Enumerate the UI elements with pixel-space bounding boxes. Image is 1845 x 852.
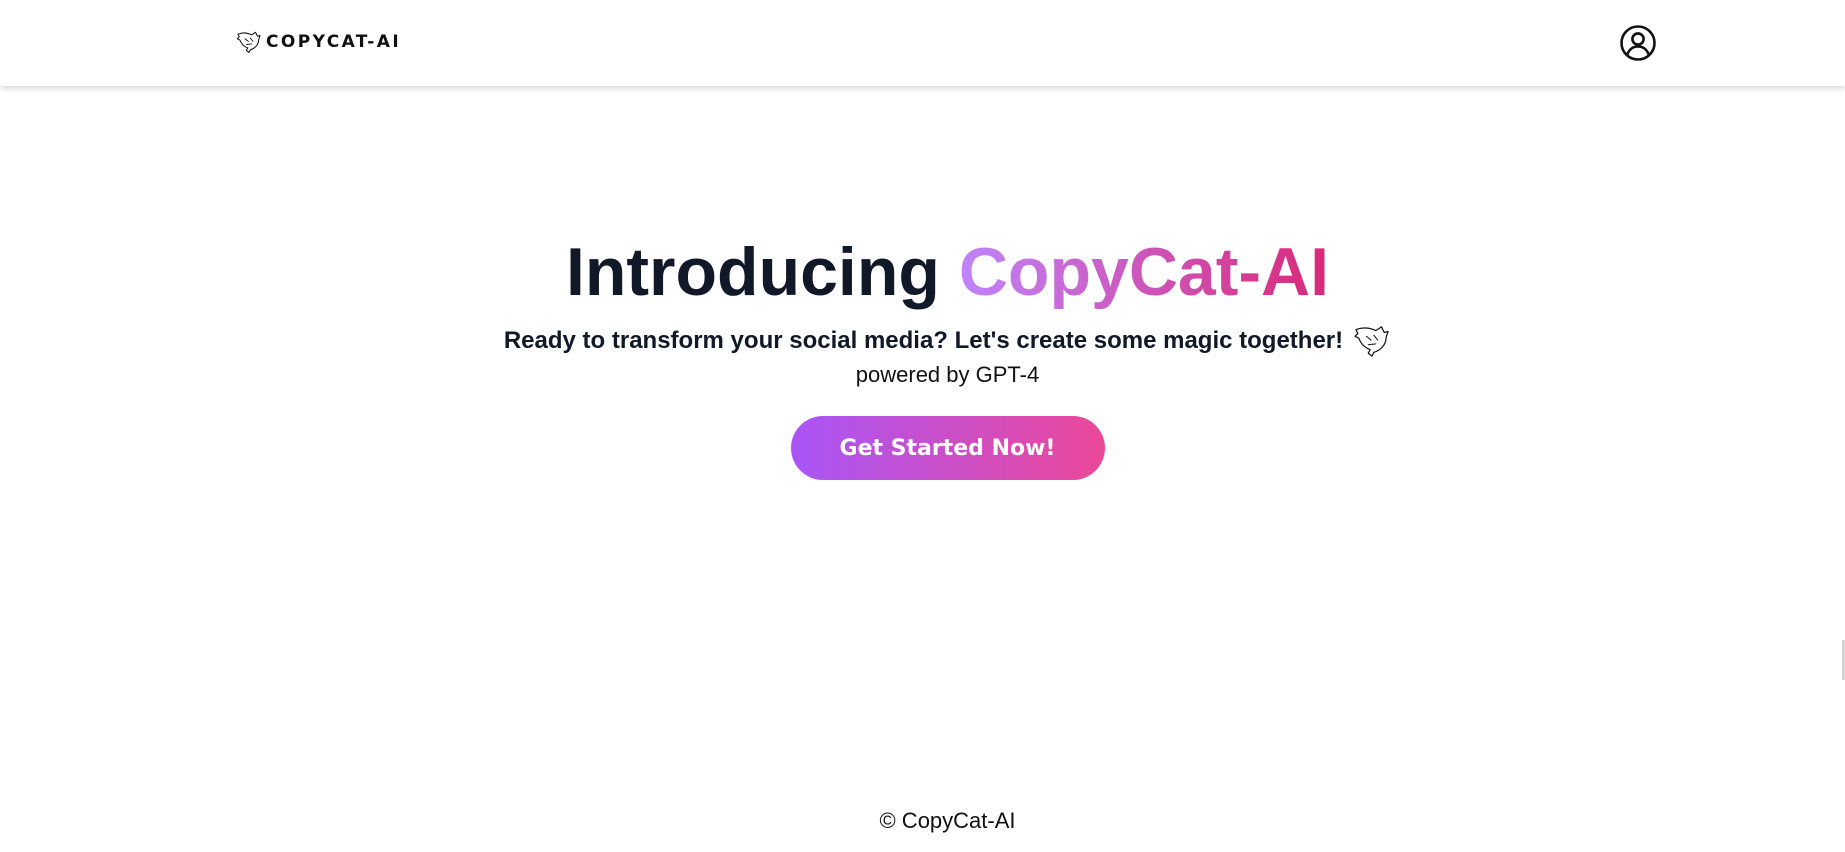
hero-title-prefix: Introducing <box>565 234 940 310</box>
hero-title-accent: CopyCat-AI <box>958 234 1330 310</box>
copyright-text: © CopyCat-AI <box>879 808 1016 833</box>
site-header: COPYCAT-AI <box>0 0 1845 86</box>
profile-button[interactable] <box>1619 24 1657 62</box>
brand-name: COPYCAT-AI <box>266 32 402 52</box>
brand-home-link[interactable]: COPYCAT-AI <box>236 30 401 54</box>
hero-title: Introducing CopyCat-AI <box>0 224 1845 320</box>
cat-doodle-icon <box>1354 326 1389 357</box>
hero-subtitle-text: Ready to transform your social media? Le… <box>503 327 1344 354</box>
powered-by-label: powered by GPT-4 <box>855 362 1040 387</box>
cat-doodle-icon <box>236 31 261 53</box>
site-footer: © CopyCat-AI <box>0 806 1845 836</box>
user-circle-icon <box>1620 25 1656 61</box>
get-started-button[interactable]: Get Started Now! <box>790 416 1105 480</box>
hero-section: Introducing CopyCat-AI Ready to transfor… <box>0 224 1845 480</box>
hero-subtitle: Ready to transform your social media? Le… <box>504 324 1391 358</box>
